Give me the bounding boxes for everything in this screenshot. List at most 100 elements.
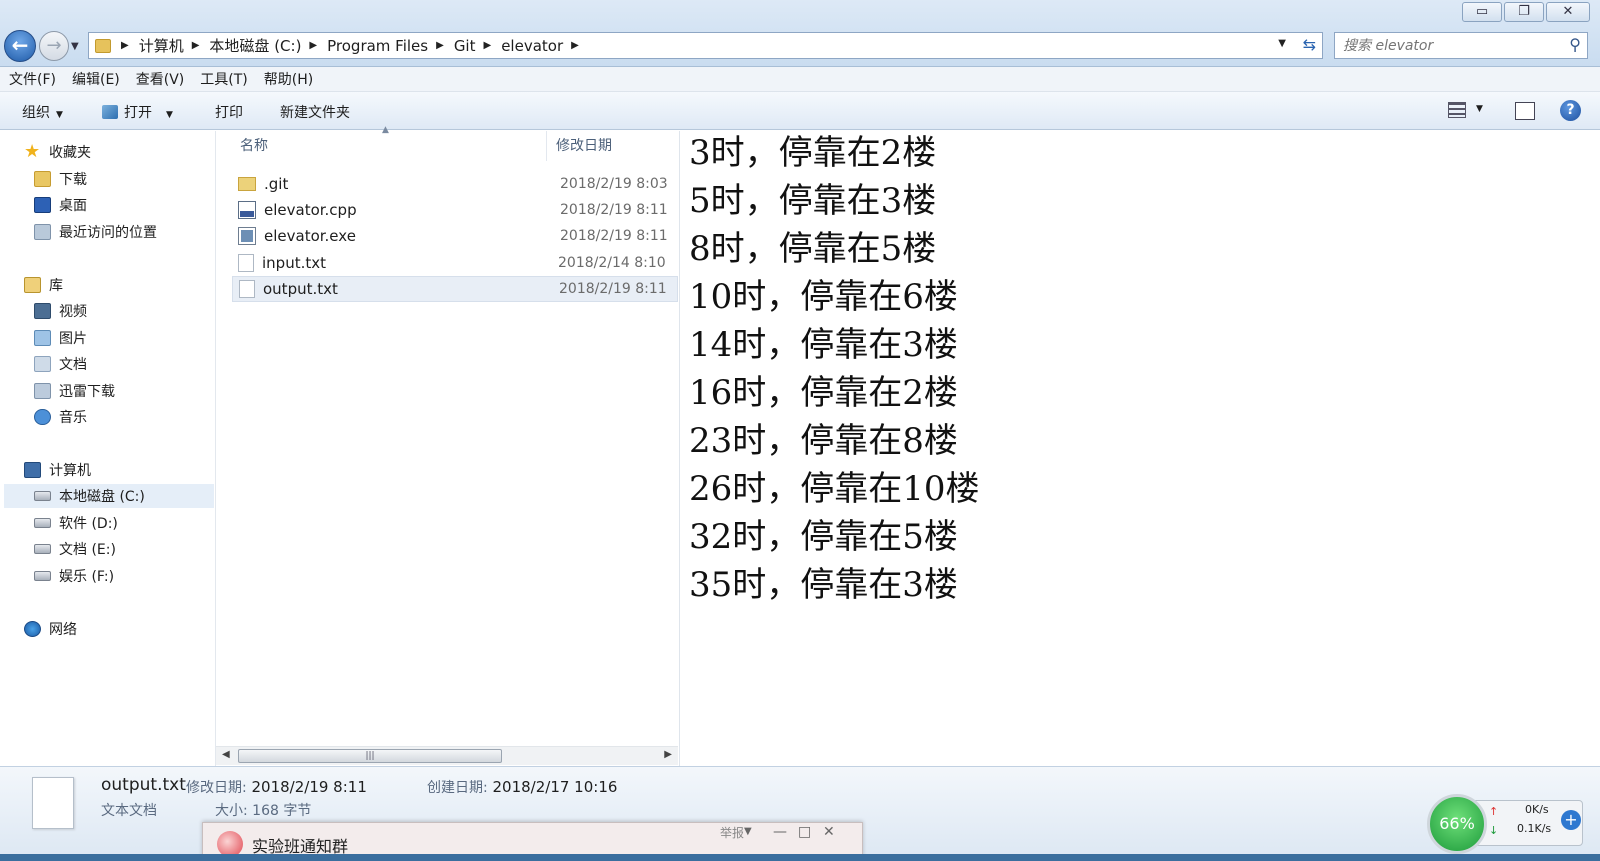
change-view-icon[interactable] [1448, 102, 1466, 118]
recent-pages-dropdown[interactable]: ▼ [71, 41, 79, 52]
drive-icon [34, 491, 51, 501]
nav-pictures[interactable]: 图片 [34, 326, 87, 350]
file-row[interactable]: elevator.exe 2018/2/19 8:11 [232, 223, 678, 249]
nav-network[interactable]: 网络 [24, 617, 77, 641]
preview-pane-icon[interactable] [1515, 102, 1535, 120]
nav-libraries-label: 库 [49, 278, 63, 294]
breadcrumb-program-files[interactable]: Program Files [327, 37, 428, 55]
upload-speed: 0K/s [1525, 803, 1549, 816]
nav-drive-f[interactable]: 娱乐 (F:) [34, 564, 114, 588]
column-divider[interactable] [546, 131, 547, 161]
nav-recent-places[interactable]: 最近访问的位置 [34, 220, 157, 244]
command-bar: 组织 ▼ 打开 ▼ 打印 新建文件夹 ▼ ? [0, 92, 1600, 130]
nav-downloads[interactable]: 下载 [34, 167, 87, 191]
nav-music-label: 音乐 [59, 410, 87, 426]
chevron-right-icon[interactable]: ▶ [121, 40, 129, 51]
chevron-right-icon[interactable]: ▶ [192, 40, 200, 51]
file-row[interactable]: elevator.cpp 2018/2/19 8:11 [232, 197, 678, 223]
close-icon[interactable]: ✕ [823, 824, 835, 840]
refresh-icon[interactable]: ⇆ [1303, 35, 1316, 54]
scroll-right-icon[interactable]: ▶ [664, 749, 672, 760]
details-created-label: 创建日期: [427, 780, 488, 796]
nav-computer-label: 计算机 [49, 463, 91, 479]
organize-button[interactable]: 组织 ▼ [22, 102, 63, 122]
nav-favorites[interactable]: ★ 收藏夹 [24, 140, 91, 164]
forward-button[interactable]: → [39, 31, 69, 61]
search-box[interactable]: ⚲ [1334, 32, 1588, 59]
details-modified-label: 修改日期: [186, 780, 247, 796]
horizontal-scrollbar[interactable]: ◀ ||| ▶ [216, 746, 678, 765]
file-row[interactable]: input.txt 2018/2/14 8:10 [232, 250, 678, 276]
chevron-right-icon[interactable]: ▶ [484, 40, 492, 51]
sort-ascending-icon: ▲ [382, 125, 389, 135]
menu-edit[interactable]: 编辑(E) [72, 69, 120, 89]
minimize-icon[interactable]: — [773, 824, 787, 840]
nav-videos[interactable]: 视频 [34, 299, 87, 323]
nav-documents[interactable]: 文档 [34, 352, 87, 376]
folder-icon [238, 177, 256, 191]
minimize-button[interactable]: ▭ [1462, 2, 1502, 22]
nav-libraries[interactable]: 库 [24, 273, 63, 297]
address-bar[interactable]: ▶ 计算机 ▶ 本地磁盘 (C:) ▶ Program Files ▶ Git … [88, 32, 1323, 59]
new-folder-button[interactable]: 新建文件夹 [280, 102, 350, 122]
recent-places-icon [34, 224, 51, 240]
print-button[interactable]: 打印 [215, 102, 243, 122]
pictures-icon [34, 330, 51, 346]
preview-pane: 3时，停靠在2楼 5时，停靠在3楼 8时，停靠在5楼 10时，停靠在6楼 14时… [681, 131, 1600, 766]
nav-drive-e[interactable]: 文档 (E:) [34, 537, 116, 561]
upload-arrow-icon: ↑ [1489, 805, 1499, 818]
file-name: elevator.cpp [264, 201, 357, 219]
view-dropdown-icon[interactable]: ▼ [1476, 104, 1483, 114]
scrollbar-thumb[interactable]: ||| [238, 749, 502, 763]
nav-drive-c[interactable]: 本地磁盘 (C:) [4, 484, 214, 508]
download-speed: 0.1K/s [1517, 822, 1552, 835]
back-button[interactable]: ← [4, 30, 36, 62]
drive-icon [34, 571, 51, 581]
chevron-right-icon[interactable]: ▶ [309, 40, 317, 51]
menu-view[interactable]: 查看(V) [136, 69, 185, 89]
file-row-selected[interactable]: output.txt 2018/2/19 8:11 [232, 276, 678, 302]
menu-file[interactable]: 文件(F) [9, 69, 56, 89]
preview-text-line: 16时，停靠在2楼 [689, 373, 958, 413]
nav-desktop[interactable]: 桌面 [34, 193, 87, 217]
forward-arrow-icon: → [46, 35, 62, 56]
chevron-down-icon[interactable]: ▼ [744, 826, 752, 837]
nav-downloads-label: 下载 [59, 172, 87, 188]
preview-text-line: 35时，停靠在3楼 [689, 565, 958, 605]
nav-network-label: 网络 [49, 622, 77, 638]
nav-drive-d[interactable]: 软件 (D:) [34, 511, 118, 535]
file-row[interactable]: .git 2018/2/19 8:03 [232, 171, 678, 197]
nav-computer[interactable]: 计算机 [24, 458, 91, 482]
chevron-right-icon[interactable]: ▶ [571, 40, 579, 51]
network-speed-widget[interactable]: 66% ↑ 0K/s ↓ 0.1K/s + [1427, 794, 1585, 856]
preview-text-line: 10时，停靠在6楼 [689, 277, 958, 317]
memory-gauge[interactable]: 66% [1427, 794, 1487, 854]
close-button[interactable]: ✕ [1546, 2, 1590, 22]
plus-icon[interactable]: + [1561, 810, 1581, 830]
taskbar [0, 854, 1600, 861]
breadcrumb-drive-c[interactable]: 本地磁盘 (C:) [209, 35, 301, 56]
libraries-icon [24, 277, 41, 293]
breadcrumb-git[interactable]: Git [454, 37, 476, 55]
maximize-button[interactable]: ❐ [1504, 2, 1544, 22]
network-icon [24, 621, 41, 637]
nav-music[interactable]: 音乐 [34, 405, 87, 429]
column-header-name[interactable]: 名称 [240, 131, 268, 161]
scroll-left-icon[interactable]: ◀ [222, 749, 230, 760]
maximize-icon[interactable]: □ [798, 824, 811, 840]
nav-videos-label: 视频 [59, 304, 87, 320]
chevron-right-icon[interactable]: ▶ [436, 40, 444, 51]
exe-file-icon [238, 227, 256, 245]
breadcrumb-computer[interactable]: 计算机 [139, 35, 184, 56]
breadcrumb-elevator[interactable]: elevator [501, 37, 563, 55]
search-input[interactable] [1343, 37, 1543, 54]
column-header-date[interactable]: 修改日期 [556, 131, 612, 161]
open-button[interactable]: 打开 ▼ [102, 102, 173, 122]
nav-xunlei[interactable]: 迅雷下载 [34, 379, 115, 403]
report-link[interactable]: 举报 [720, 824, 744, 841]
menu-help[interactable]: 帮助(H) [264, 69, 313, 89]
menu-tools[interactable]: 工具(T) [200, 69, 247, 89]
address-dropdown-icon[interactable]: ▼ [1278, 38, 1286, 49]
help-icon[interactable]: ? [1560, 100, 1581, 121]
search-icon[interactable]: ⚲ [1569, 35, 1581, 54]
